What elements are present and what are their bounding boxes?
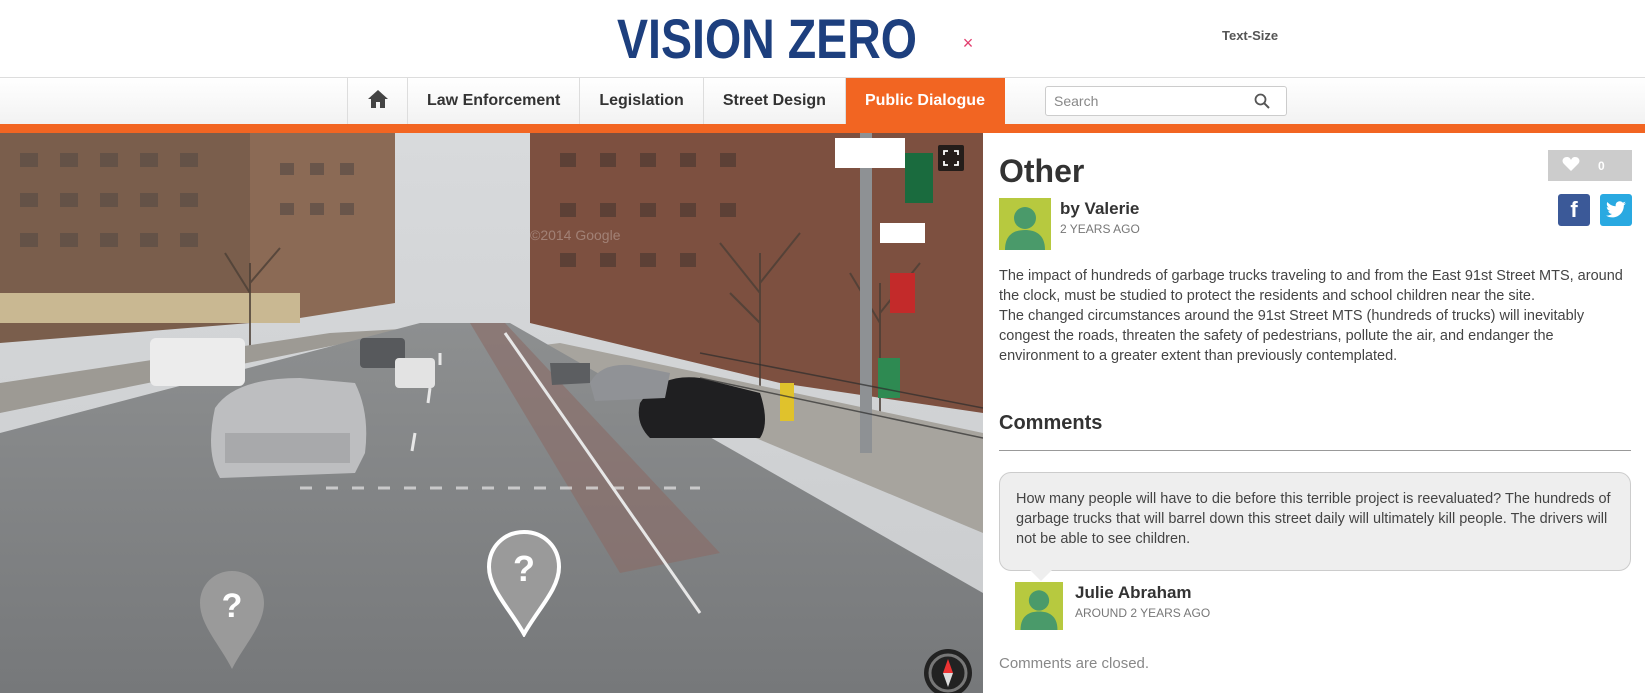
main-nav: Law Enforcement Legislation Street Desig…	[347, 78, 1005, 124]
comment-author[interactable]: Julie Abraham	[1075, 583, 1192, 603]
twitter-share-icon[interactable]	[1600, 194, 1632, 226]
map-watermark: ©2014 Google	[530, 227, 621, 243]
site-header: VISION ZERO Text-Size	[0, 0, 1645, 78]
comment-bubble-tail	[1030, 570, 1052, 581]
post-body-paragraph: The impact of hundreds of garbage trucks…	[999, 268, 1623, 364]
comment-date: AROUND 2 YEARS AGO	[1075, 606, 1211, 620]
home-icon	[367, 89, 389, 114]
svg-text:?: ?	[513, 548, 535, 589]
like-button[interactable]: 0	[1548, 150, 1632, 181]
post-body: The impact of hundreds of garbage trucks…	[999, 266, 1635, 366]
text-size-control[interactable]: Text-Size	[1222, 28, 1278, 43]
accent-divider	[0, 124, 1645, 133]
street-view-panorama[interactable]: ©2014 Google ? ?	[0, 133, 983, 693]
nav-home[interactable]	[348, 78, 408, 124]
question-marker-icon[interactable]: ?	[198, 569, 266, 671]
nav-street-design[interactable]: Street Design	[704, 78, 846, 124]
main-nav-bar: Law Enforcement Legislation Street Desig…	[0, 78, 1645, 124]
search-icon[interactable]	[1254, 93, 1270, 114]
search-input[interactable]	[1046, 87, 1246, 115]
avatar	[1015, 582, 1063, 630]
svg-text:VISION ZERO: VISION ZERO	[617, 7, 917, 66]
svg-text:?: ?	[222, 587, 243, 625]
post-panel: Other 0 f by Valerie 2 YEARS AGO The imp…	[983, 133, 1645, 693]
nav-legislation[interactable]: Legislation	[580, 78, 704, 124]
heart-icon	[1562, 156, 1580, 175]
post-title: Other	[999, 153, 1085, 189]
fullscreen-icon[interactable]	[938, 145, 964, 171]
close-button[interactable]: ×	[953, 25, 983, 61]
nav-law-enforcement[interactable]: Law Enforcement	[408, 78, 581, 124]
comments-divider	[999, 450, 1631, 451]
search-box	[1045, 86, 1287, 116]
post-author[interactable]: by Valerie	[1060, 199, 1139, 219]
avatar	[999, 198, 1051, 250]
facebook-share-icon[interactable]: f	[1558, 194, 1590, 226]
compass-icon[interactable]	[924, 649, 972, 693]
comments-heading: Comments	[999, 412, 1103, 434]
post-date: 2 YEARS AGO	[1060, 222, 1140, 236]
comment-bubble: How many people will have to die before …	[999, 472, 1631, 571]
like-count: 0	[1598, 158, 1605, 173]
question-marker-icon[interactable]: ?	[486, 529, 562, 637]
comments-closed-notice: Comments are closed.	[999, 655, 1150, 672]
nav-public-dialogue[interactable]: Public Dialogue	[845, 78, 1005, 124]
facebook-glyph: f	[1570, 197, 1578, 222]
